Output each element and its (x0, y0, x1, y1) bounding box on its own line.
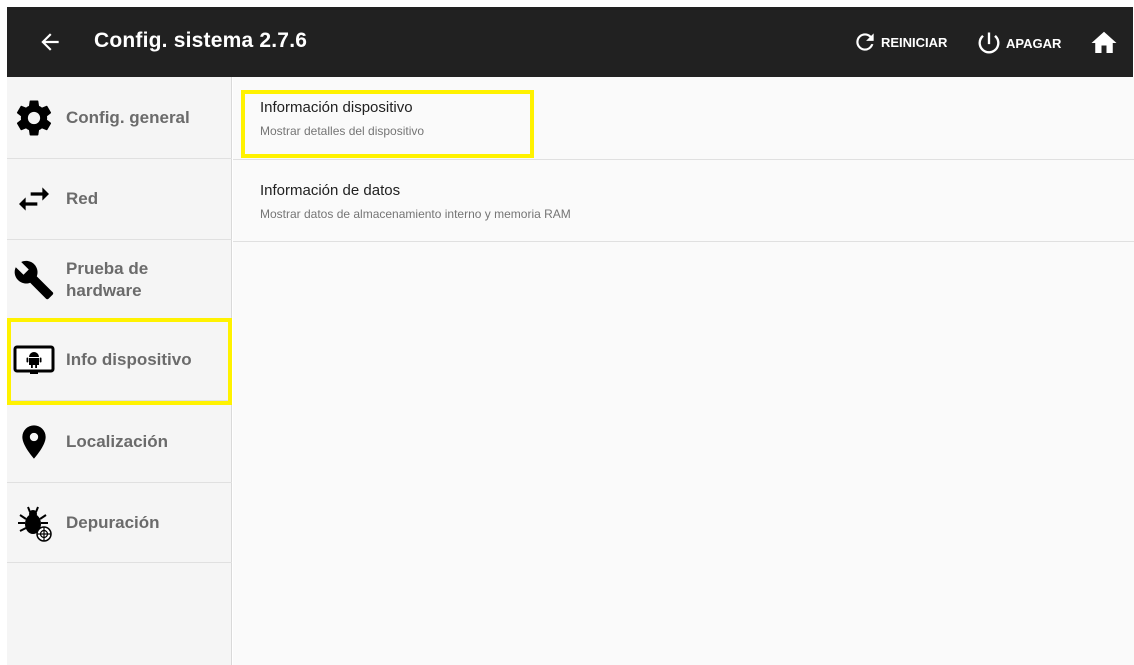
refresh-icon (856, 33, 874, 51)
restart-button[interactable]: REINICIAR (852, 29, 947, 55)
sidebar-item-label: Info dispositivo (66, 350, 192, 369)
swap-arrows-icon (12, 177, 56, 221)
sidebar-item-label: Localización (66, 432, 169, 451)
power-icon (978, 32, 1000, 54)
wrench-icon (12, 258, 56, 302)
sidebar: Config. general Red Prueba de hardware I… (7, 77, 232, 665)
sidebar-item-label: Depuración (66, 513, 160, 532)
sidebar-item-red[interactable]: Red (7, 159, 232, 240)
shutdown-button[interactable]: APAGAR (975, 29, 1061, 57)
page-title: Config. sistema 2.7.6 (94, 29, 308, 52)
list-item-device-information[interactable]: Información dispositivo Mostrar detalles… (233, 77, 1134, 160)
bug-icon (12, 501, 56, 545)
main-panel: Información dispositivo Mostrar detalles… (233, 77, 1134, 665)
sidebar-item-label: Prueba de hardware (66, 259, 149, 300)
sidebar-item-config-general[interactable]: Config. general (7, 77, 232, 159)
list-item-title: Información dispositivo (260, 99, 413, 116)
home-button[interactable] (1089, 28, 1119, 58)
top-app-bar: Config. sistema 2.7.6 REINICIAR APAGAR (7, 7, 1133, 77)
location-pin-icon (12, 420, 56, 464)
sidebar-item-hardware-test[interactable]: Prueba de hardware (7, 240, 232, 319)
list-item-title: Información de datos (260, 182, 401, 199)
list-item-subtitle: Mostrar datos de almacenamiento interno … (260, 207, 571, 221)
back-button[interactable] (37, 29, 63, 55)
list-item-subtitle: Mostrar detalles del dispositivo (260, 124, 425, 138)
sidebar-item-label: Config. general (66, 108, 190, 127)
list-item-data-information[interactable]: Información de datos Mostrar datos de al… (233, 160, 1134, 242)
gear-icon (12, 96, 56, 140)
home-icon (1091, 31, 1117, 53)
shutdown-label: APAGAR (1006, 35, 1062, 51)
sidebar-item-device-info[interactable]: Info dispositivo (7, 319, 232, 401)
arrow-left-icon (41, 33, 59, 51)
device-info-icon (12, 338, 56, 382)
sidebar-item-label: Red (66, 189, 99, 208)
sidebar-item-debug[interactable]: Depuración (7, 483, 232, 563)
sidebar-item-location[interactable]: Localización (7, 401, 232, 483)
restart-label: REINICIAR (881, 34, 948, 50)
